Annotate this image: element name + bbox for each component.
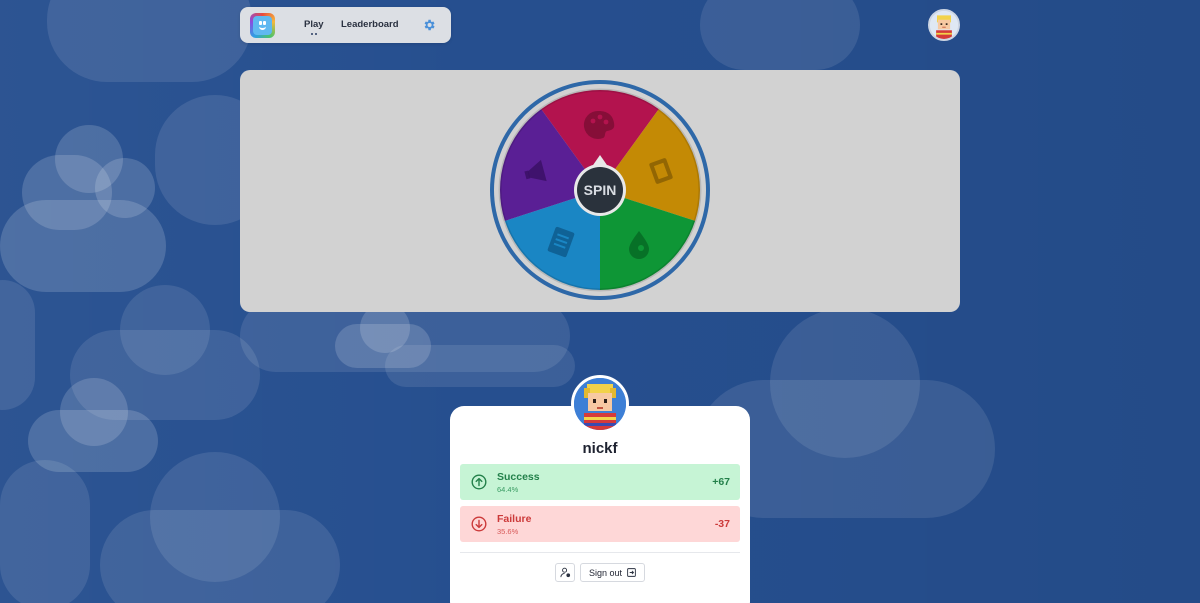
spin-wheel[interactable]: SPIN — [489, 79, 711, 301]
app-logo-icon[interactable] — [250, 12, 275, 38]
nav-play-link[interactable]: Play — [304, 19, 324, 30]
success-stat: Success 64.4% +67 — [460, 464, 740, 500]
active-indicator — [310, 33, 317, 35]
profile-avatar — [571, 375, 629, 433]
failure-value: -37 — [714, 518, 730, 530]
user-avatar[interactable] — [928, 9, 960, 41]
sign-out-icon — [627, 568, 636, 577]
sign-out-label: Sign out — [588, 567, 623, 578]
success-percent: 64.4% — [497, 485, 519, 494]
account-settings-button[interactable] — [555, 563, 575, 582]
divider — [460, 552, 740, 553]
nav-leaderboard-link[interactable]: Leaderboard — [341, 19, 399, 30]
sign-out-button[interactable]: Sign out — [580, 563, 645, 582]
top-nav: Play Leaderboard — [240, 7, 451, 43]
failure-label: Failure — [497, 513, 532, 525]
spin-button[interactable]: SPIN — [584, 182, 617, 198]
arrow-up-circle-icon — [471, 474, 487, 490]
profile-card: nickf Success 64.4% +67 Failure 35.6% -3… — [450, 406, 750, 603]
success-label: Success — [497, 471, 540, 483]
failure-percent: 35.6% — [497, 527, 519, 536]
arrow-down-circle-icon — [471, 516, 487, 532]
failure-stat: Failure 35.6% -37 — [460, 506, 740, 542]
username: nickf — [582, 440, 618, 457]
success-value: +67 — [712, 476, 730, 488]
wheel-panel: SPIN — [240, 70, 960, 312]
gear-icon[interactable] — [422, 18, 436, 32]
user-settings-icon — [559, 567, 570, 578]
